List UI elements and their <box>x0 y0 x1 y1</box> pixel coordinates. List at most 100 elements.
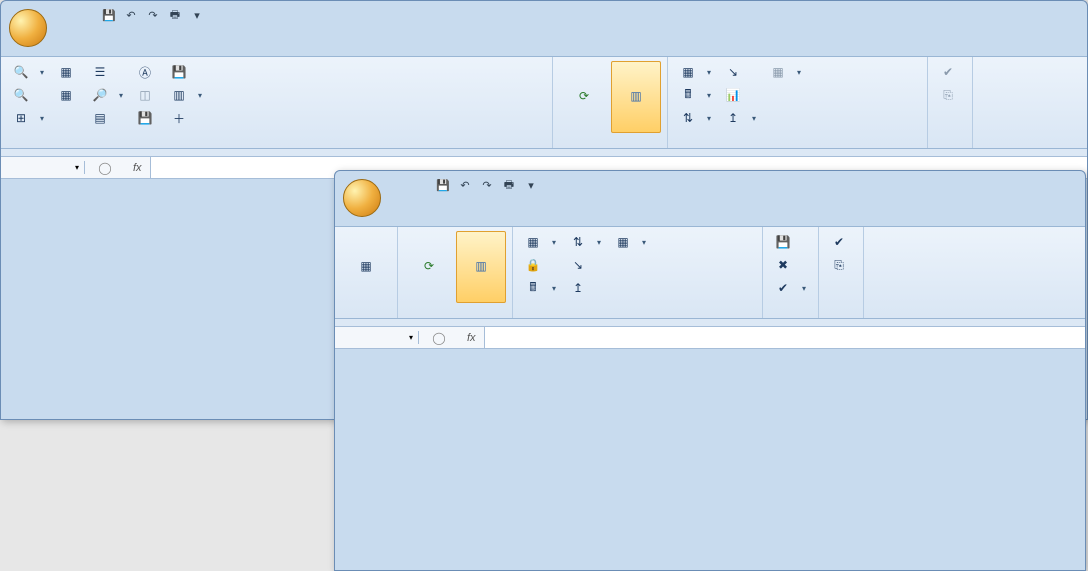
save-smartform-button[interactable]: 💾 <box>165 61 208 83</box>
preserve-format-button[interactable]: ▤ <box>86 107 129 129</box>
name-box-back[interactable]: ▾ <box>1 161 85 174</box>
office-button[interactable] <box>9 9 47 47</box>
submit-button-back[interactable]: ↥ <box>719 107 762 129</box>
save-format-button[interactable]: 💾 <box>769 231 812 253</box>
qat-front: 💾 ↶ ↷ 🖶 ▾ <box>433 175 541 195</box>
save-icon[interactable]: 💾 <box>99 5 119 25</box>
group-analysis: 🔍 🔍 ⊞ ▦ ▦ ☰ 🔎 ▤ Ⓐ ◫ 💾 <box>1 57 553 148</box>
group-label-analysis <box>7 144 546 146</box>
print-icon[interactable]: 🖶 <box>499 175 519 195</box>
pov-panel-back <box>1 149 1087 157</box>
print-icon[interactable]: 🖶 <box>165 5 185 25</box>
attr-icon: ＋ <box>171 110 187 126</box>
group-formatting: 💾 ✖ ✔ <box>763 227 819 318</box>
approvals-button-front[interactable]: ✔ <box>825 231 857 253</box>
more-icon: ▦ <box>770 64 786 80</box>
formula-bar-front: ▾ ◯ fx <box>335 327 1085 349</box>
copy-icon: ⎘ <box>831 257 847 273</box>
pivot-icon: ⊞ <box>13 110 29 126</box>
clear-format-button[interactable]: ✖ <box>769 254 812 276</box>
title-bar-front: 💾 ↶ ↷ 🖶 ▾ <box>335 171 1085 199</box>
group-refresh-pov: ⟳ ▥ <box>553 57 668 148</box>
qat-more-icon[interactable]: ▾ <box>521 175 541 195</box>
member-selection-button[interactable]: ☰ <box>86 61 129 83</box>
drill-button-back[interactable]: ↘ <box>719 61 762 83</box>
pov-button-back[interactable]: ▥ <box>611 61 661 133</box>
ribbon-back: 🔍 🔍 ⊞ ▦ ▦ ☰ 🔎 ▤ Ⓐ ◫ 💾 <box>1 57 1087 149</box>
approvals-button-back: ✔ <box>934 61 966 83</box>
submit-icon: ↥ <box>570 280 586 296</box>
remove-icon: ▦ <box>58 87 74 103</box>
apply-icon: ✔ <box>775 280 791 296</box>
group-workflow-back: ✔ ⎘ <box>928 57 973 148</box>
save-fmt-icon: 💾 <box>775 234 791 250</box>
save-icon[interactable]: 💾 <box>433 175 453 195</box>
qat-more-icon[interactable]: ▾ <box>187 5 207 25</box>
group-label-data-front <box>519 314 756 316</box>
ribbon-front: ▦ ⟳ ▥ ▦ 🔒 🖩 ⇅ ↘ ↥ <box>335 227 1085 319</box>
title-bar-back: 💾 ↶ ↷ 🖶 ▾ <box>1 1 1087 29</box>
member-icon: ☰ <box>92 64 108 80</box>
insert-attr-button[interactable]: ＋ <box>165 107 208 129</box>
pivot-button[interactable]: ⊞ <box>7 107 50 129</box>
adjust-button-back[interactable]: ⇅ <box>674 107 717 129</box>
keep-icon: ▦ <box>58 64 74 80</box>
pov-button-front[interactable]: ▥ <box>456 231 506 303</box>
copy-version-button-front[interactable]: ⎘ <box>825 254 857 276</box>
pov-panel-front <box>335 319 1085 327</box>
redo-icon[interactable]: ↷ <box>143 5 163 25</box>
keep-only-button[interactable]: ▦ <box>52 61 84 83</box>
fx-icon[interactable]: fx <box>125 162 150 174</box>
visualize-button-back[interactable]: 📊 <box>719 84 762 106</box>
redo-icon[interactable]: ↷ <box>477 175 497 195</box>
undo-icon[interactable]: ↶ <box>121 5 141 25</box>
cell-icon: ▦ <box>525 234 541 250</box>
fx-cancel-icon[interactable]: ◯ <box>431 330 447 346</box>
calculate-button-front[interactable]: 🖩 <box>519 277 562 299</box>
more-button-back: ▦ <box>764 61 807 83</box>
group-label-workflow-front <box>825 314 857 316</box>
analyze-button[interactable]: ▦ <box>341 231 391 303</box>
zoom-in-button[interactable]: 🔍 <box>7 61 50 83</box>
formula-input-front[interactable] <box>484 327 1085 348</box>
approvals-icon: ✔ <box>831 234 847 250</box>
cell-actions-button-back[interactable]: ▦ <box>674 61 717 83</box>
refresh-button-front[interactable]: ⟳ <box>404 231 454 303</box>
refresh-button-back[interactable]: ⟳ <box>559 61 609 133</box>
zoom-in-icon: 🔍 <box>13 64 29 80</box>
group-adhoc: ▦ <box>335 227 398 318</box>
fx-cancel-icon[interactable]: ◯ <box>97 160 113 176</box>
calculate-button-back[interactable]: 🖩 <box>674 84 717 106</box>
cascade-button[interactable]: ▥ <box>165 84 208 106</box>
drill-button-front[interactable]: ↘ <box>564 254 607 276</box>
submit-button-front[interactable]: ↥ <box>564 277 607 299</box>
more-button-front[interactable]: ▦ <box>609 231 652 253</box>
apply-format-button[interactable]: ✔ <box>769 277 812 299</box>
viz-icon: 📊 <box>725 87 741 103</box>
name-box-front[interactable]: ▾ <box>335 331 419 344</box>
cascade-icon: ▥ <box>171 87 187 103</box>
fx-icon[interactable]: fx <box>459 332 484 344</box>
group-workflow-front: ✔ ⎘ <box>819 227 864 318</box>
refresh-icon: ⟳ <box>568 80 600 112</box>
office-button-front[interactable] <box>343 179 381 217</box>
window-front: 💾 ↶ ↷ 🖶 ▾ ▦ ⟳ ▥ ▦ 🔒 <box>334 170 1086 571</box>
group-data-front: ▦ 🔒 🖩 ⇅ ↘ ↥ ▦ <box>513 227 763 318</box>
namebox-dd-icon: ▾ <box>409 333 413 342</box>
smartform-icon: 💾 <box>171 64 187 80</box>
slice-icon: ◫ <box>137 87 153 103</box>
ribbon-tabs-front <box>335 199 1085 227</box>
copy-version-button-back: ⎘ <box>934 84 966 106</box>
save-adhoc-button[interactable]: 💾 <box>131 107 163 129</box>
submit-icon: ↥ <box>725 110 741 126</box>
zoom-out-button[interactable]: 🔍 <box>7 84 50 106</box>
query-button[interactable]: 🔎 <box>86 84 129 106</box>
adjust-button-front[interactable]: ⇅ <box>564 231 607 253</box>
undo-icon[interactable]: ↶ <box>455 175 475 195</box>
cell-actions-button-front[interactable]: ▦ <box>519 231 562 253</box>
smart-slice-button: ◫ <box>131 84 163 106</box>
lock-button[interactable]: 🔒 <box>519 254 562 276</box>
change-alias-button[interactable]: Ⓐ <box>131 61 163 83</box>
approvals-icon: ✔ <box>940 64 956 80</box>
remove-only-button[interactable]: ▦ <box>52 84 84 106</box>
